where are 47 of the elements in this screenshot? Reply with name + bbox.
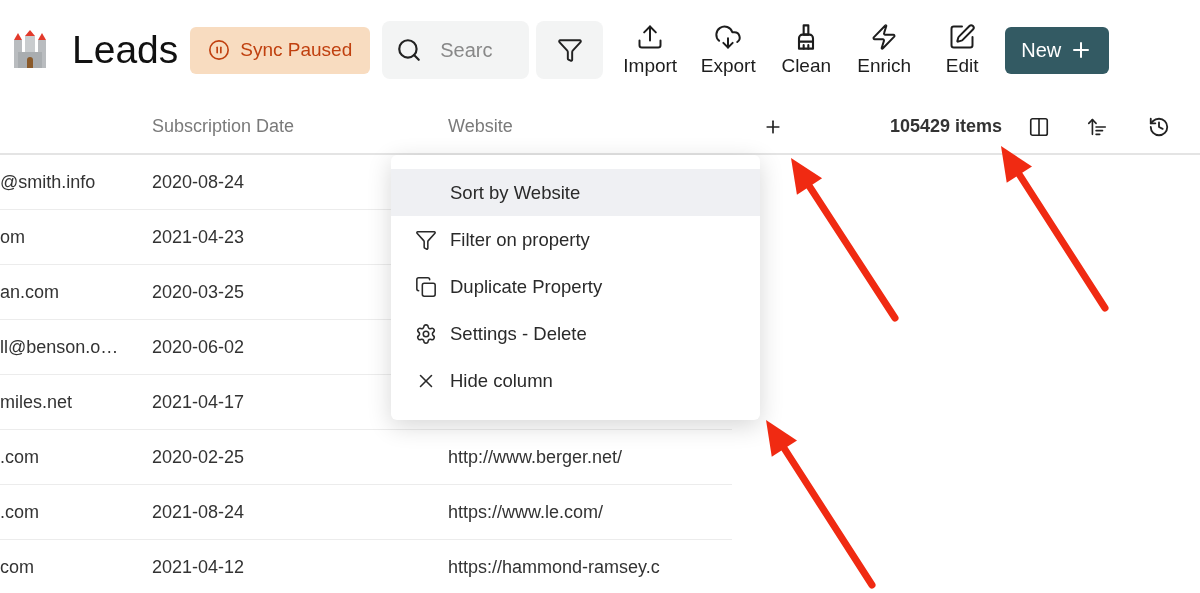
- toolbar-button[interactable]: Export: [691, 23, 766, 77]
- table-cell: com: [0, 556, 34, 578]
- table-cell: .com: [0, 446, 39, 468]
- menu-item[interactable]: Hide column: [391, 357, 760, 404]
- table-cell: om: [0, 226, 25, 248]
- cloud-download-icon: [714, 23, 743, 51]
- column-header[interactable]: Website: [448, 116, 732, 137]
- table-cell: .com: [0, 501, 39, 523]
- search-field[interactable]: Searc: [382, 21, 530, 79]
- table-cell: @smith.info: [0, 171, 96, 193]
- table-cell: 2020-08-24: [152, 171, 245, 193]
- history-button[interactable]: [1148, 115, 1170, 138]
- table-cell: http://www.berger.net/: [448, 446, 623, 468]
- filter-icon: [556, 37, 583, 63]
- new-button[interactable]: New: [1005, 26, 1110, 74]
- edit-icon: [948, 23, 977, 51]
- table-cell: 2021-04-12: [152, 556, 245, 578]
- table-cell: 2021-04-23: [152, 226, 245, 248]
- search-icon: [396, 37, 423, 63]
- menu-item[interactable]: Settings - Delete: [391, 310, 760, 357]
- table-cell: https://hammond-ramsey.c: [448, 556, 660, 578]
- menu-item[interactable]: Filter on property: [391, 216, 760, 263]
- toolbar-button[interactable]: Enrich: [847, 23, 922, 77]
- filter-icon: [415, 228, 437, 251]
- column-header[interactable]: Subscription Date: [152, 116, 448, 137]
- filter-button[interactable]: [536, 21, 604, 79]
- toolbar-button[interactable]: Clean: [769, 23, 844, 77]
- table-cell: 2020-02-25: [152, 446, 245, 468]
- menu-item[interactable]: Sort by Website: [391, 169, 760, 216]
- toolbar-button[interactable]: Import: [613, 23, 688, 77]
- table-cell: an.com: [0, 281, 60, 303]
- menu-item[interactable]: Duplicate Property: [391, 263, 760, 310]
- table-cell: 2021-08-24: [152, 501, 245, 523]
- settings-icon: [415, 322, 437, 345]
- sync-status-badge[interactable]: Sync Paused: [190, 26, 371, 74]
- table-cell: ll@benson.o…: [0, 336, 119, 358]
- table-cell: 2020-06-02: [152, 336, 245, 358]
- page-title: Leads: [72, 28, 179, 72]
- pause-icon: [208, 39, 231, 61]
- table-cell: 2020-03-25: [152, 281, 245, 303]
- copy-icon: [415, 275, 437, 298]
- table-cell: https://www.le.com/: [448, 501, 604, 523]
- table-cell: 2021-04-17: [152, 391, 245, 413]
- columns-layout-button[interactable]: [1028, 115, 1050, 138]
- item-count: 105429 items: [889, 116, 1002, 137]
- table-cell: miles.net: [0, 391, 73, 413]
- toolbar-button[interactable]: Edit: [925, 23, 1000, 77]
